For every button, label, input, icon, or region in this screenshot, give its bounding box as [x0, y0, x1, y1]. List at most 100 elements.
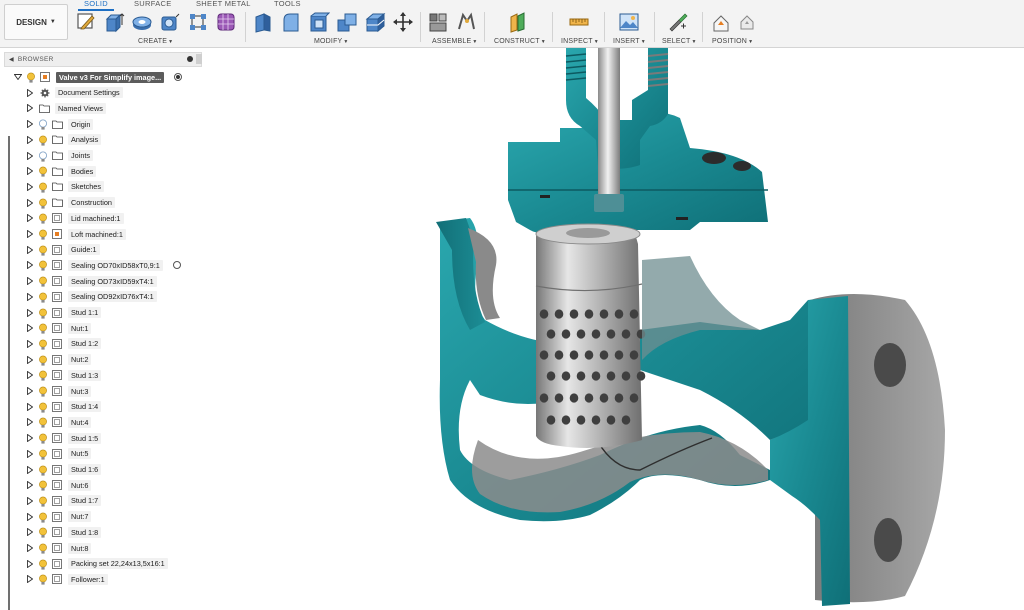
canvas-viewport[interactable] [203, 48, 1024, 610]
visibility-bulb-icon[interactable] [38, 197, 49, 209]
capture-position-icon[interactable] [710, 11, 732, 33]
expand-triangle-icon[interactable] [26, 417, 34, 427]
visibility-bulb-icon[interactable] [38, 338, 49, 350]
browser-tree-item[interactable]: Follower:1 [26, 572, 108, 586]
split-face-icon[interactable] [364, 11, 386, 33]
insert-menu[interactable]: INSERT▼ [613, 38, 646, 45]
visibility-bulb-icon[interactable] [38, 495, 49, 507]
expand-triangle-icon[interactable] [26, 103, 34, 113]
browser-tree-item[interactable]: Stud 1:8 [26, 525, 102, 539]
combine-icon[interactable] [336, 11, 358, 33]
expand-triangle-icon[interactable] [26, 135, 34, 145]
measure-icon[interactable] [568, 11, 590, 33]
tab-tools[interactable]: TOOLS [274, 0, 301, 8]
browser-tree-item[interactable]: Stud 1:3 [26, 368, 102, 382]
expand-triangle-icon[interactable] [26, 543, 34, 553]
visibility-bulb-icon[interactable] [38, 448, 49, 460]
browser-tree-item[interactable]: Origin [26, 117, 94, 131]
new-sketch-icon[interactable] [75, 11, 97, 33]
browser-tree-item[interactable]: Named Views [26, 101, 106, 115]
pin-icon[interactable] [187, 56, 193, 62]
visibility-bulb-icon[interactable] [38, 542, 49, 554]
modify-menu[interactable]: MODIFY▼ [314, 38, 349, 45]
expand-triangle-icon[interactable] [26, 229, 34, 239]
visibility-bulb-icon[interactable] [38, 385, 49, 397]
expand-triangle-icon[interactable] [26, 88, 34, 98]
visibility-bulb-icon[interactable] [38, 134, 49, 146]
valve-stem[interactable] [598, 48, 620, 206]
browser-tree-item[interactable]: Analysis [26, 133, 102, 147]
visibility-bulb-icon[interactable] [38, 511, 49, 523]
valve-section-model[interactable] [203, 48, 1024, 610]
position-menu[interactable]: POSITION▼ [712, 38, 753, 45]
expand-triangle-icon[interactable] [26, 433, 34, 443]
browser-tree-item[interactable]: Sketches [26, 180, 105, 194]
browser-header[interactable]: ◀ BROWSER [4, 52, 202, 67]
expand-triangle-icon[interactable] [26, 339, 34, 349]
extrude-icon[interactable] [103, 11, 125, 33]
joint-icon[interactable] [455, 11, 477, 33]
browser-tree-item[interactable]: Nut:7 [26, 510, 92, 524]
visibility-bulb-icon[interactable] [38, 291, 49, 303]
move-icon[interactable] [392, 11, 414, 33]
visibility-bulb-icon[interactable] [38, 416, 49, 428]
fillet-icon[interactable] [280, 11, 302, 33]
pattern-icon[interactable] [187, 11, 209, 33]
browser-tree-item[interactable]: Nut:8 [26, 541, 92, 555]
browser-tree-item[interactable]: Construction [26, 196, 115, 210]
browser-tree-item[interactable]: Stud 1:4 [26, 400, 102, 414]
tab-solid[interactable]: SOLID [78, 0, 115, 11]
stem-collar[interactable] [594, 194, 624, 212]
expand-triangle-icon[interactable] [26, 559, 34, 569]
expand-triangle-icon[interactable] [26, 276, 34, 286]
expand-triangle-icon[interactable] [26, 355, 34, 365]
expand-triangle-icon[interactable] [26, 151, 34, 161]
visibility-bulb-icon[interactable] [38, 165, 49, 177]
activate-radio-button[interactable] [172, 261, 181, 270]
expand-triangle-icon[interactable] [26, 402, 34, 412]
browser-tree-item[interactable]: Nut:2 [26, 353, 92, 367]
expand-triangle-icon[interactable] [26, 323, 34, 333]
browser-tree-item[interactable]: Document Settings [26, 86, 123, 100]
browser-tree-item[interactable]: Nut:5 [26, 447, 92, 461]
collapse-triangle-icon[interactable] [14, 72, 22, 82]
browser-tree-item[interactable]: Guide:1 [26, 243, 100, 257]
browser-tree-item[interactable]: Stud 1:6 [26, 463, 102, 477]
browser-tree-item[interactable]: Loft machined:1 [26, 227, 126, 241]
visibility-bulb-icon[interactable] [38, 118, 49, 130]
assemble-menu[interactable]: ASSEMBLE▼ [432, 38, 478, 45]
browser-tree-item[interactable]: Stud 1:5 [26, 431, 102, 445]
revolve-icon[interactable] [131, 11, 153, 33]
visibility-bulb-icon[interactable] [38, 228, 49, 240]
browser-tree-item[interactable]: Bodies [26, 164, 97, 178]
visibility-bulb-icon[interactable] [38, 526, 49, 538]
visibility-bulb-icon[interactable] [38, 181, 49, 193]
expand-triangle-icon[interactable] [26, 512, 34, 522]
expand-triangle-icon[interactable] [26, 292, 34, 302]
panel-handle[interactable] [196, 54, 202, 64]
visibility-bulb-icon[interactable] [38, 369, 49, 381]
expand-triangle-icon[interactable] [26, 245, 34, 255]
browser-tree-item[interactable]: Sealing OD73xID59xT4:1 [26, 274, 157, 288]
visibility-bulb-icon[interactable] [38, 354, 49, 366]
visibility-bulb-icon[interactable] [38, 558, 49, 570]
new-component-icon[interactable] [427, 11, 449, 33]
collapse-triangle-icon[interactable]: ◀ [9, 56, 14, 63]
visibility-bulb-icon[interactable] [38, 573, 49, 585]
browser-tree-item[interactable]: Packing set 22,24x13,5x16:1 [26, 557, 168, 571]
browser-tree-item[interactable]: Sealing OD70xID58xT0,9:1 [26, 258, 181, 272]
sweep-icon[interactable] [159, 11, 181, 33]
browser-tree-item[interactable]: Nut:3 [26, 384, 92, 398]
create-menu[interactable]: CREATE▼ [138, 38, 173, 45]
expand-triangle-icon[interactable] [26, 574, 34, 584]
visibility-bulb-icon[interactable] [38, 479, 49, 491]
expand-triangle-icon[interactable] [26, 166, 34, 176]
browser-tree-item[interactable]: Sealing OD92xID76xT4:1 [26, 290, 157, 304]
visibility-bulb-icon[interactable] [38, 432, 49, 444]
inspect-menu[interactable]: INSPECT▼ [561, 38, 599, 45]
visibility-bulb-icon[interactable] [38, 259, 49, 271]
browser-tree-item[interactable]: Nut:4 [26, 415, 92, 429]
browser-tree-item[interactable]: Lid machined:1 [26, 211, 124, 225]
browser-root-component[interactable]: Valve v3 For Simplify image... [14, 70, 183, 84]
expand-triangle-icon[interactable] [26, 260, 34, 270]
